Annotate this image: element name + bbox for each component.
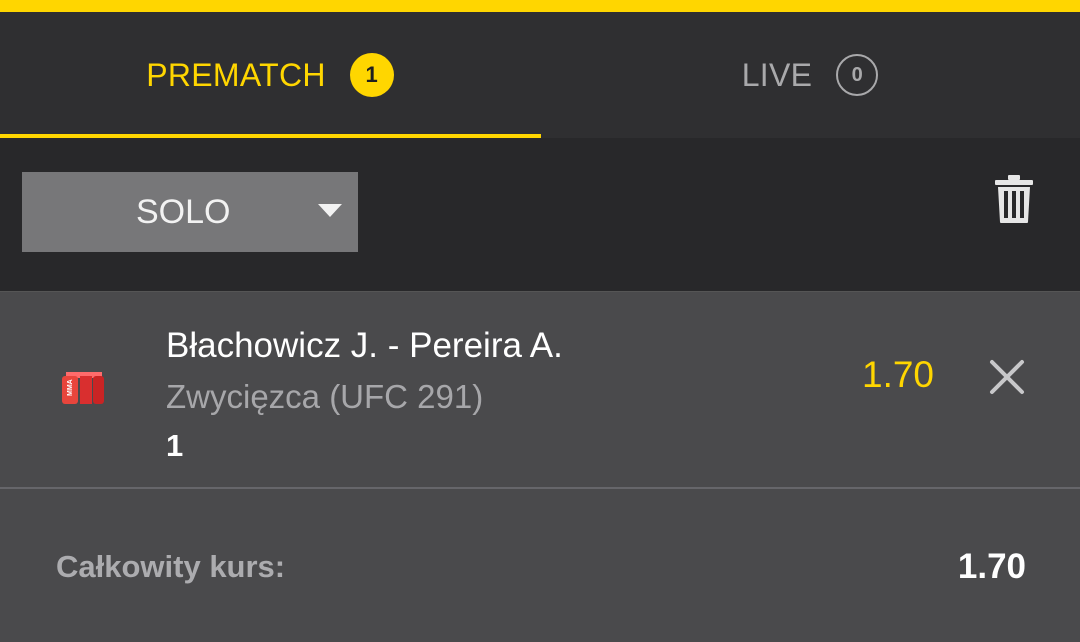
bet-odds: 1.70 [862, 354, 935, 395]
svg-text:MMA: MMA [67, 379, 74, 396]
tab-live[interactable]: LIVE 0 [540, 12, 1080, 138]
accent-top-bar [0, 0, 1080, 12]
betslip-controls: SOLO [0, 138, 1080, 291]
bet-selection: 1 [166, 428, 184, 463]
tab-prematch-label: PREMATCH [146, 56, 326, 93]
bet-item: MMA Błachowicz J. - Pereira A. Zwycięzca… [0, 291, 1080, 489]
close-icon[interactable] [988, 358, 1026, 396]
live-count-badge: 0 [836, 54, 879, 96]
tab-prematch[interactable]: PREMATCH 1 [0, 12, 540, 138]
trash-icon[interactable] [994, 174, 1034, 224]
bet-market: Zwycięzca (UFC 291) [166, 378, 484, 415]
tab-live-label: LIVE [741, 56, 813, 93]
caret-down-icon [318, 204, 342, 217]
total-odds-label: Całkowity kurs: [56, 549, 286, 584]
total-odds-value: 1.70 [957, 547, 1026, 586]
betslip-summary: Całkowity kurs: 1.70 [0, 489, 1080, 642]
prematch-count-badge: 1 [349, 53, 394, 97]
bet-event-title: Błachowicz J. - Pereira A. [166, 326, 563, 365]
mma-icon: MMA [62, 372, 104, 404]
bet-tabs: PREMATCH 1 LIVE 0 [0, 12, 1080, 138]
bet-type-select[interactable]: SOLO [22, 172, 358, 252]
bet-type-value: SOLO [136, 192, 231, 231]
